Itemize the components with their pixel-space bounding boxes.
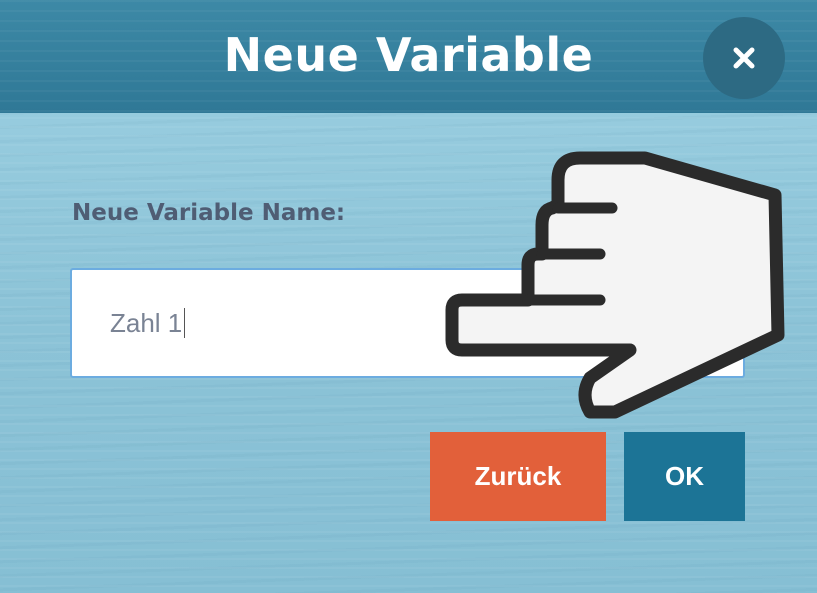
close-button[interactable] bbox=[703, 17, 785, 99]
variable-name-value: Zahl 1 bbox=[110, 307, 183, 338]
back-button[interactable]: Zurück bbox=[430, 432, 606, 521]
dialog-header: Neue Variable bbox=[0, 0, 817, 113]
ok-button[interactable]: OK bbox=[624, 432, 745, 521]
dialog-title: Neue Variable bbox=[223, 28, 594, 82]
text-caret bbox=[184, 308, 186, 338]
new-variable-dialog: Neue Variable Neue Variable Name: Zahl 1… bbox=[0, 0, 817, 593]
variable-name-input[interactable]: Zahl 1 bbox=[70, 268, 745, 378]
close-icon bbox=[733, 47, 755, 69]
variable-name-label: Neue Variable Name: bbox=[72, 200, 346, 226]
